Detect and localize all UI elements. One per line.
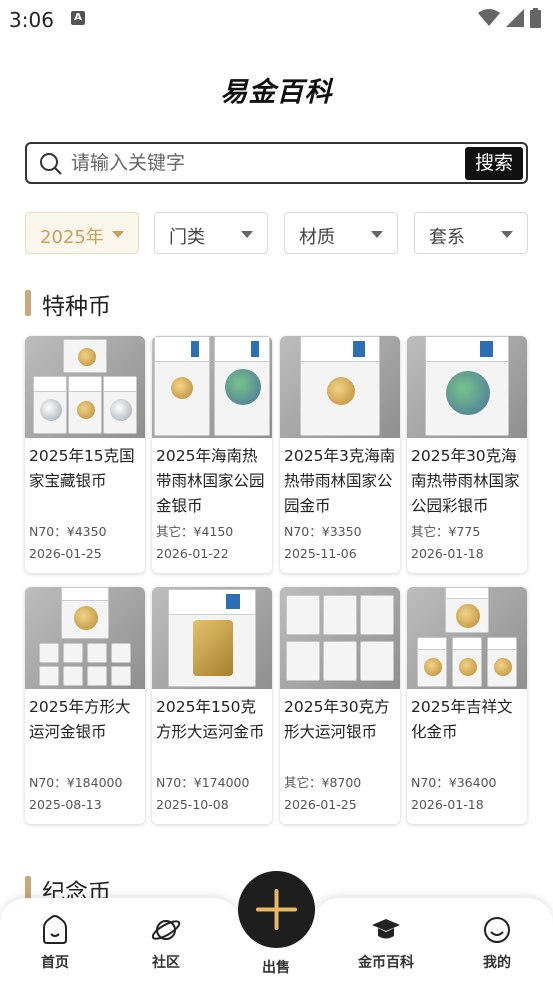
notification-icon: A <box>71 11 85 25</box>
coin-name: 2025年3克海南热带雨林国家公园金币 <box>284 447 396 515</box>
coin-price: N70：¥184000 <box>29 775 123 790</box>
smiley-icon <box>484 917 510 943</box>
coin-card[interactable]: 2025年15克国家宝藏银币 N70：¥4350 2026-01-25 <box>25 336 145 573</box>
search-button[interactable]: 搜索 <box>465 147 523 180</box>
nav-item-coin-wiki[interactable]: 金币百科 <box>346 912 426 972</box>
nav-label: 我的 <box>483 955 511 971</box>
nav-item-community[interactable]: 社区 <box>126 912 206 972</box>
dropdown-arrow-icon <box>501 231 513 238</box>
coin-photo <box>152 336 272 438</box>
coin-date: 2025-10-08 <box>156 797 229 812</box>
nav-label: 社区 <box>152 955 180 971</box>
filter-year[interactable]: 2025年 <box>25 212 139 254</box>
coin-name: 2025年吉祥文化金币 <box>411 698 513 741</box>
coin-photo <box>407 336 527 438</box>
coin-price: 其它：¥4150 <box>156 524 234 539</box>
coin-price: N70：¥36400 <box>411 775 497 790</box>
search-icon <box>40 153 62 175</box>
dropdown-arrow-icon <box>371 231 383 238</box>
battery-icon <box>530 8 541 28</box>
nav-label: 金币百科 <box>358 955 414 971</box>
coin-date: 2026-01-18 <box>411 797 484 812</box>
planet-icon <box>151 920 181 940</box>
coin-price: N70：¥4350 <box>29 524 107 539</box>
home-icon <box>43 915 67 944</box>
graduation-cap-icon <box>372 919 400 939</box>
coin-price: 其它：¥775 <box>411 524 481 539</box>
nav-label: 首页 <box>41 955 69 971</box>
page-title: 易金百科 <box>220 77 333 108</box>
sell-button[interactable] <box>238 871 315 948</box>
coin-name: 2025年30克海南热带雨林国家公园彩银币 <box>411 447 520 515</box>
coin-photo <box>25 336 145 438</box>
coin-card[interactable]: 2025年3克海南热带雨林国家公园金币 N70：¥3350 2025-11-06 <box>280 336 400 573</box>
coin-price: 其它：¥8700 <box>284 775 362 790</box>
coin-card[interactable]: 2025年海南热带雨林国家公园金银币 其它：¥4150 2026-01-22 <box>152 336 272 573</box>
search-bar[interactable]: 搜索 <box>25 142 528 184</box>
coin-date: 2025-08-13 <box>29 797 102 812</box>
coin-date: 2026-01-18 <box>411 546 484 561</box>
section-accent-bar <box>25 290 31 316</box>
status-time: 3:06 <box>9 8 54 32</box>
filter-label: 门类 <box>169 227 205 248</box>
coin-date: 2026-01-25 <box>284 797 357 812</box>
nav-item-home[interactable]: 首页 <box>15 912 95 972</box>
coin-price: N70：¥3350 <box>284 524 362 539</box>
plus-icon <box>256 889 297 930</box>
coin-photo <box>280 336 400 438</box>
coin-card[interactable]: 2025年30克方形大运河银币 其它：¥8700 2026-01-25 <box>280 587 400 824</box>
signal-icon <box>506 9 524 27</box>
coin-name: 2025年15克国家宝藏银币 <box>29 447 135 490</box>
coin-name: 2025年150克方形大运河金币 <box>156 698 265 741</box>
filter-label: 2025年 <box>40 227 104 248</box>
dropdown-arrow-icon <box>241 231 253 238</box>
status-bar: 3:06 A <box>0 0 553 40</box>
status-icons <box>478 8 541 28</box>
coin-photo <box>25 587 145 689</box>
dropdown-arrow-icon <box>112 231 124 238</box>
coin-name: 2025年30克方形大运河银币 <box>284 698 390 741</box>
coin-price: N70：¥174000 <box>156 775 250 790</box>
filter-series[interactable]: 套系 <box>414 212 528 254</box>
app-screen: 3:06 A 易金百科 搜索 2025年 门类 材质 <box>0 0 553 984</box>
coin-name: 2025年海南热带雨林国家公园金银币 <box>156 447 265 515</box>
search-input[interactable] <box>71 150 443 176</box>
coin-card[interactable]: 2025年30克海南热带雨林国家公园彩银币 其它：¥775 2026-01-18 <box>407 336 527 573</box>
filter-bar: 2025年 门类 材质 套系 <box>25 212 528 254</box>
section-title: 特种币 <box>42 294 111 320</box>
coin-date: 2026-01-22 <box>156 546 229 561</box>
filter-label: 套系 <box>429 227 465 248</box>
coin-photo <box>407 587 527 689</box>
coin-photo <box>152 587 272 689</box>
wifi-icon <box>478 9 500 26</box>
sell-label: 出售 <box>262 960 290 976</box>
coin-name: 2025年方形大运河金银币 <box>29 698 131 741</box>
coin-card[interactable]: 2025年方形大运河金银币 N70：¥184000 2025-08-13 <box>25 587 145 824</box>
coin-photo <box>280 587 400 689</box>
filter-label: 材质 <box>299 227 335 248</box>
coin-date: 2026-01-25 <box>29 546 102 561</box>
filter-material[interactable]: 材质 <box>284 212 398 254</box>
filter-category[interactable]: 门类 <box>154 212 268 254</box>
nav-item-profile[interactable]: 我的 <box>457 912 537 972</box>
coin-date: 2025-11-06 <box>284 546 357 561</box>
coin-card[interactable]: 2025年吉祥文化金币 N70：¥36400 2026-01-18 <box>407 587 527 824</box>
coin-card[interactable]: 2025年150克方形大运河金币 N70：¥174000 2025-10-08 <box>152 587 272 824</box>
